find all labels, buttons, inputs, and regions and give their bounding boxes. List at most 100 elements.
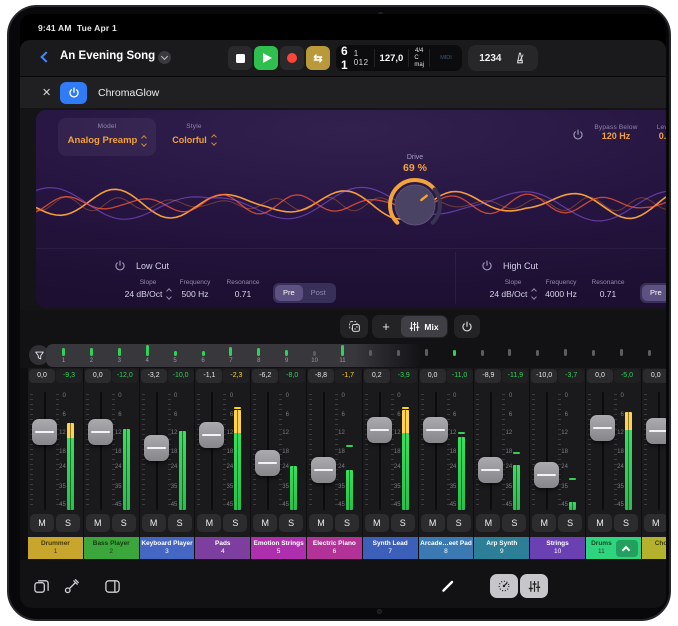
track-name-plate[interactable]: Keyboard Player 3 bbox=[140, 537, 195, 559]
back-chevron-icon[interactable] bbox=[40, 51, 51, 62]
peak-readout[interactable]: -10,0 bbox=[168, 369, 194, 383]
solo-button[interactable]: S bbox=[502, 514, 526, 532]
count-in-button[interactable]: 1234 bbox=[479, 53, 501, 64]
fader-handle[interactable] bbox=[423, 417, 448, 443]
track-name-plate[interactable]: Chorus V 12 bbox=[642, 537, 666, 559]
fader-handle[interactable] bbox=[311, 457, 336, 483]
volume-readout[interactable]: -6,2 bbox=[252, 369, 278, 383]
record-button[interactable] bbox=[280, 46, 304, 70]
plugin-power-button[interactable] bbox=[60, 82, 87, 104]
add-plugin-button[interactable]: + bbox=[372, 319, 400, 334]
pre-button[interactable]: Pre bbox=[642, 285, 666, 301]
patch-cable-icon[interactable] bbox=[63, 578, 80, 600]
fader-handle[interactable] bbox=[144, 435, 169, 461]
peak-readout[interactable]: -5,0 bbox=[614, 369, 640, 383]
model-selector[interactable]: Model Analog Preamp bbox=[58, 118, 156, 156]
volume-readout[interactable]: -10,0 bbox=[531, 369, 557, 383]
collapse-stack-button[interactable] bbox=[616, 540, 638, 557]
peak-readout[interactable]: -2,3 bbox=[223, 369, 249, 383]
track-name-plate[interactable]: Electric Piano 6 bbox=[307, 537, 362, 559]
solo-button[interactable]: S bbox=[223, 514, 247, 532]
high-cut-resonance[interactable]: Resonance 0.71 bbox=[576, 279, 640, 299]
mixer-power-button[interactable] bbox=[454, 315, 480, 338]
mute-button[interactable]: M bbox=[532, 514, 556, 532]
track-name-plate[interactable]: Emotion Strings 5 bbox=[251, 537, 306, 559]
peak-readout[interactable]: -11,9 bbox=[502, 369, 528, 383]
mute-button[interactable]: M bbox=[142, 514, 166, 532]
pre-button[interactable]: Pre bbox=[275, 285, 303, 301]
play-button[interactable] bbox=[254, 46, 278, 70]
volume-readout[interactable]: 0,0 bbox=[85, 369, 111, 383]
automation-mode-button[interactable] bbox=[490, 574, 518, 598]
solo-button[interactable]: S bbox=[558, 514, 582, 532]
solo-button[interactable]: S bbox=[168, 514, 192, 532]
inspector-icon[interactable] bbox=[104, 578, 121, 600]
high-cut-power-button[interactable] bbox=[481, 259, 493, 277]
fader-handle[interactable] bbox=[367, 417, 392, 443]
fader-handle[interactable] bbox=[199, 422, 224, 448]
mix-view-button[interactable]: Mix bbox=[401, 316, 447, 337]
low-cut-power-button[interactable] bbox=[114, 259, 126, 277]
track-name-plate[interactable]: Drummer 1 bbox=[28, 537, 83, 559]
volume-readout[interactable]: 0,0 bbox=[643, 369, 666, 383]
mixer-mode-button[interactable] bbox=[520, 574, 548, 598]
metronome-icon[interactable] bbox=[513, 51, 527, 65]
track-name-plate[interactable]: Bass Player 2 bbox=[84, 537, 139, 559]
close-icon[interactable]: ✕ bbox=[42, 86, 51, 99]
pencil-icon[interactable] bbox=[440, 578, 456, 599]
track-name-plate[interactable]: Pads 4 bbox=[195, 537, 250, 559]
song-title[interactable]: An Evening Song bbox=[60, 50, 155, 62]
duplicate-button[interactable] bbox=[340, 315, 368, 338]
track-name-plate[interactable]: Drums 11 bbox=[586, 537, 641, 559]
track-stack-icon[interactable] bbox=[33, 578, 50, 600]
mute-button[interactable]: M bbox=[421, 514, 445, 532]
peak-readout[interactable]: -11,0 bbox=[447, 369, 473, 383]
fader-handle[interactable] bbox=[32, 419, 57, 445]
volume-readout[interactable]: -3,2 bbox=[141, 369, 167, 383]
volume-readout[interactable]: -1,1 bbox=[196, 369, 222, 383]
mute-button[interactable]: M bbox=[309, 514, 333, 532]
track-name-plate[interactable]: Synth Lead 7 bbox=[363, 537, 418, 559]
drive-knob[interactable] bbox=[385, 175, 445, 235]
mute-button[interactable]: M bbox=[644, 514, 666, 532]
mute-button[interactable]: M bbox=[86, 514, 110, 532]
mute-button[interactable]: M bbox=[588, 514, 612, 532]
peak-readout[interactable]: -1,7 bbox=[335, 369, 361, 383]
solo-button[interactable]: S bbox=[614, 514, 638, 532]
low-cut-resonance[interactable]: Resonance 0.71 bbox=[211, 279, 275, 299]
volume-readout[interactable]: -8,9 bbox=[475, 369, 501, 383]
solo-button[interactable]: S bbox=[391, 514, 415, 532]
peak-readout[interactable]: -9,3 bbox=[56, 369, 82, 383]
fader-handle[interactable] bbox=[255, 450, 280, 476]
peak-readout[interactable]: -8,0 bbox=[279, 369, 305, 383]
song-title-dropdown[interactable] bbox=[158, 51, 171, 64]
mute-button[interactable]: M bbox=[476, 514, 500, 532]
mute-button[interactable]: M bbox=[365, 514, 389, 532]
fader-handle[interactable] bbox=[88, 419, 113, 445]
solo-button[interactable]: S bbox=[112, 514, 136, 532]
peak-readout[interactable]: -3,7 bbox=[558, 369, 584, 383]
solo-button[interactable]: S bbox=[279, 514, 303, 532]
volume-readout[interactable]: 0,0 bbox=[420, 369, 446, 383]
solo-button[interactable]: S bbox=[335, 514, 359, 532]
cycle-button[interactable]: ⇆ bbox=[306, 46, 330, 70]
bypass-power-button[interactable] bbox=[572, 128, 584, 146]
level-control[interactable]: Level 0.0 bbox=[637, 124, 666, 141]
lcd-display[interactable]: 6 1 1 012 127,0 4/4C maj MIDI bbox=[336, 45, 462, 71]
track-name-plate[interactable]: Arp Synth 9 bbox=[474, 537, 529, 559]
mute-button[interactable]: M bbox=[253, 514, 277, 532]
peak-readout[interactable]: -12,0 bbox=[112, 369, 138, 383]
post-button[interactable]: Post bbox=[303, 285, 334, 301]
volume-readout[interactable]: 0,0 bbox=[29, 369, 55, 383]
mute-button[interactable]: M bbox=[30, 514, 54, 532]
track-name-plate[interactable]: Arcade…eet Pad 8 bbox=[419, 537, 474, 559]
volume-readout[interactable]: 0,2 bbox=[364, 369, 390, 383]
drive-control[interactable]: Drive 69 % bbox=[365, 154, 465, 240]
peak-readout[interactable]: -3,9 bbox=[391, 369, 417, 383]
volume-readout[interactable]: -8,8 bbox=[308, 369, 334, 383]
mute-button[interactable]: M bbox=[197, 514, 221, 532]
style-selector[interactable]: Style Colorful bbox=[162, 118, 226, 156]
stop-button[interactable] bbox=[228, 46, 252, 70]
fader-handle[interactable] bbox=[534, 462, 559, 488]
volume-readout[interactable]: 0,0 bbox=[587, 369, 613, 383]
